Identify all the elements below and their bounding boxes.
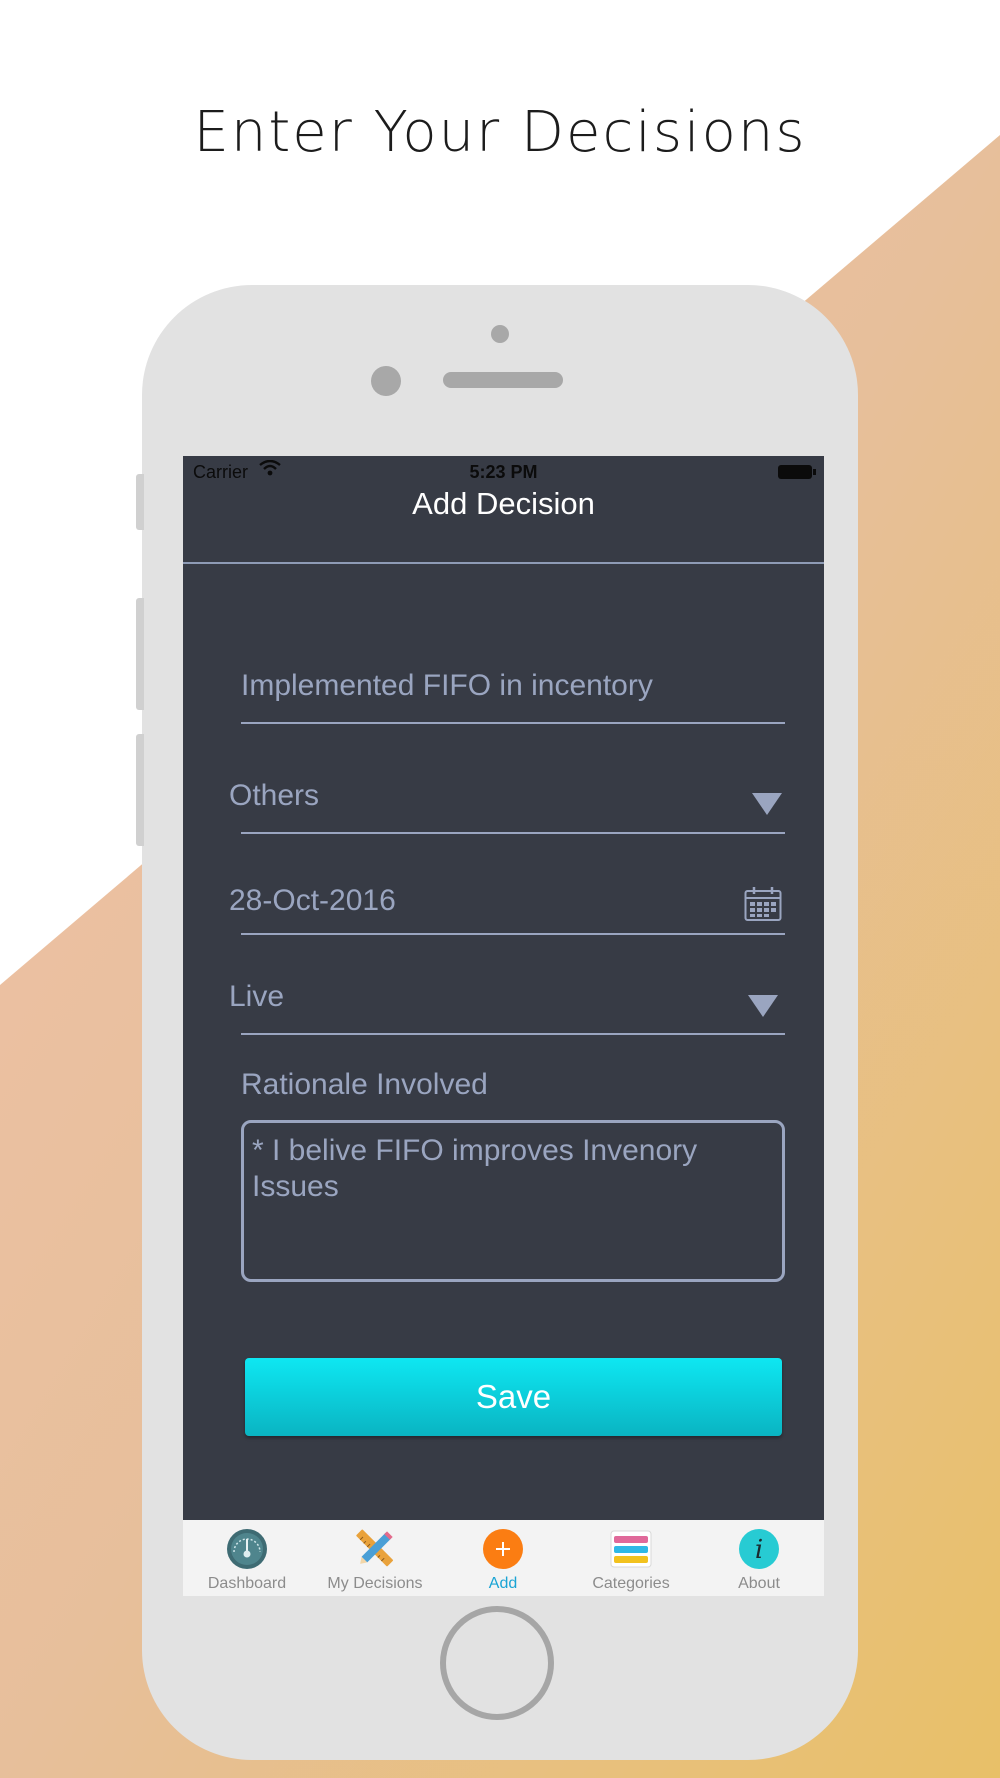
tab-about[interactable]: i About	[695, 1520, 823, 1596]
tab-bar: Dashboard My Decisions Add Categories i …	[183, 1520, 824, 1596]
earpiece-speaker	[443, 372, 563, 388]
field-underline	[241, 933, 785, 935]
category-value: Others	[229, 779, 320, 812]
field-underline	[241, 722, 785, 724]
calendar-icon[interactable]	[744, 886, 782, 922]
volume-down-button	[136, 734, 144, 846]
status-value: Live	[229, 980, 285, 1013]
dropdown-arrow-icon	[752, 793, 782, 815]
tab-my-decisions[interactable]: My Decisions	[311, 1520, 439, 1596]
save-button[interactable]: Save	[245, 1358, 782, 1436]
mute-switch	[136, 474, 144, 530]
app-screen: Carrier 5:23 PM Add Decision Implemented…	[183, 456, 824, 1596]
status-bar: Carrier 5:23 PM	[183, 456, 824, 488]
tab-label: Add	[488, 1575, 518, 1592]
front-camera	[371, 366, 401, 396]
date-value: 28-Oct-2016	[229, 884, 396, 917]
tab-add[interactable]: Add	[439, 1520, 567, 1596]
tab-label: My Decisions	[327, 1575, 423, 1592]
dropdown-arrow-icon	[748, 995, 778, 1017]
tab-categories[interactable]: Categories	[567, 1520, 695, 1596]
tab-label: Dashboard	[207, 1575, 287, 1592]
tab-label: Categories	[592, 1575, 670, 1592]
stacked-list-icon	[610, 1530, 652, 1568]
volume-up-button	[136, 598, 144, 710]
page-title: Add Decision	[412, 486, 595, 521]
gauge-icon	[227, 1529, 267, 1569]
headline: Enter Your Decisions	[193, 100, 807, 165]
battery-icon	[778, 465, 816, 479]
plus-circle-icon	[483, 1529, 523, 1569]
field-underline	[241, 1033, 785, 1035]
tab-dashboard[interactable]: Dashboard	[183, 1520, 311, 1596]
decision-title-value: Implemented FIFO in incentory	[241, 669, 653, 702]
svg-text:i: i	[755, 1535, 763, 1565]
home-button[interactable]	[440, 1606, 554, 1720]
tab-label: About	[738, 1575, 780, 1592]
proximity-sensor	[491, 325, 509, 343]
rationale-textarea[interactable]: * I belive FIFO improves Invenory Issues	[241, 1120, 785, 1282]
pencil-ruler-icon	[356, 1529, 393, 1567]
navbar-divider	[183, 562, 824, 564]
field-underline	[241, 832, 785, 834]
info-icon: i	[739, 1529, 779, 1569]
status-time: 5:23 PM	[469, 462, 538, 482]
rationale-label: Rationale Involved	[241, 1068, 488, 1101]
